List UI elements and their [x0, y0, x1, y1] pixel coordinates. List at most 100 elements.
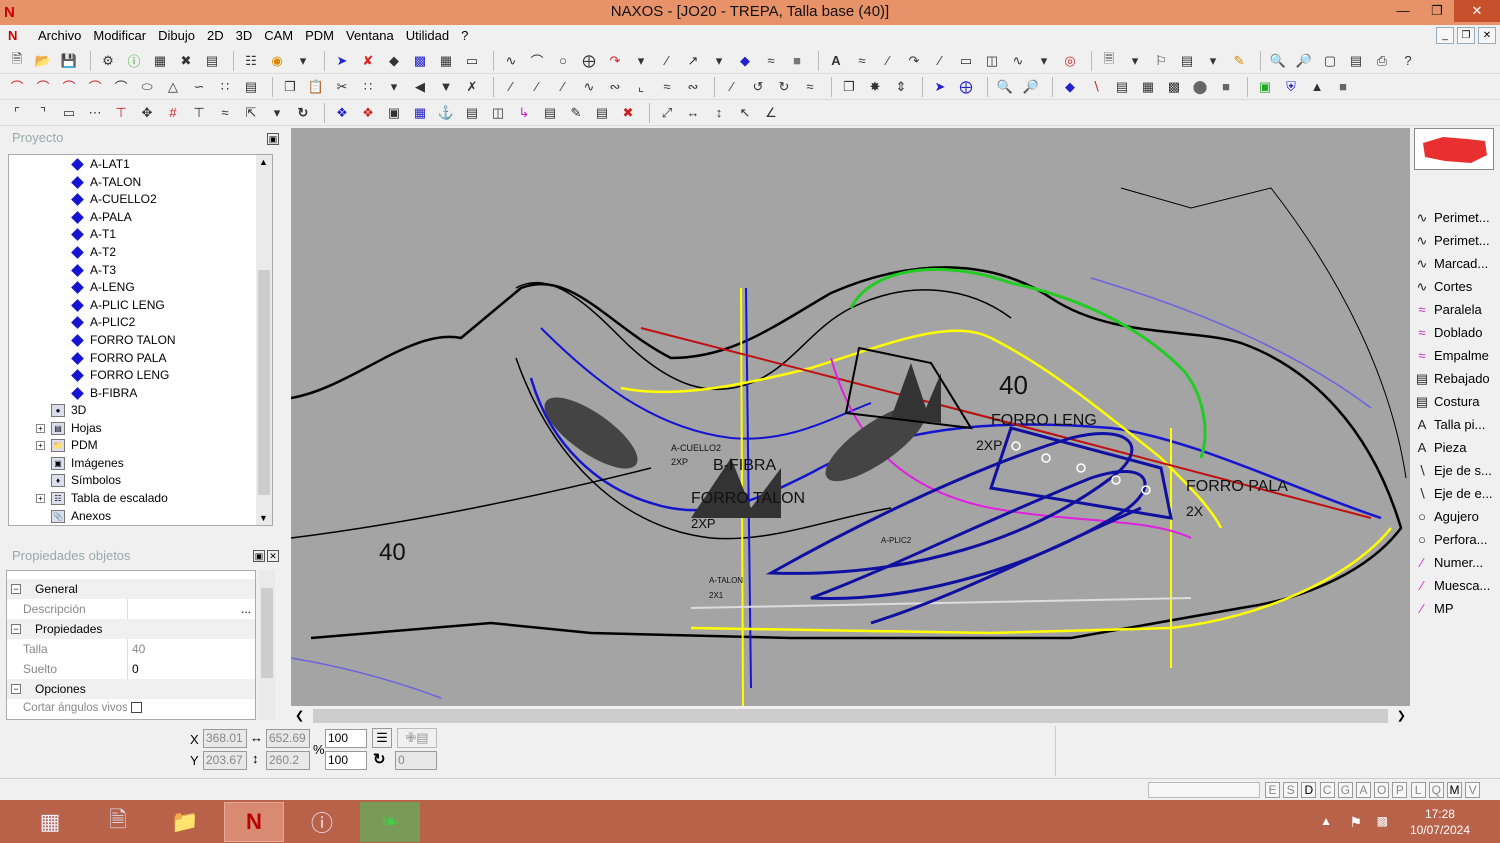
tree-item-node[interactable]: 📎 Anexos: [51, 508, 111, 525]
smooth-icon[interactable]: ∿: [578, 76, 600, 98]
status-flag[interactable]: P: [1392, 782, 1408, 798]
clock[interactable]: 17:28 10/07/2024: [1410, 806, 1470, 838]
scale-x-field[interactable]: 100: [325, 729, 367, 748]
canvas-horizontal-scrollbar[interactable]: ❮ ❯: [291, 706, 1410, 726]
settings-gear-icon[interactable]: ⚙: [97, 50, 119, 72]
tree-scroll-thumb[interactable]: [258, 270, 270, 495]
rotate-icon[interactable]: ↺: [747, 76, 769, 98]
dashed-line-icon[interactable]: ⋯: [84, 102, 106, 124]
align-icon[interactable]: ⇕: [890, 76, 912, 98]
fill-icon[interactable]: ◉: [266, 50, 288, 72]
documents-app-icon[interactable]: 🗎: [88, 802, 148, 842]
chart-icon[interactable]: ▤: [539, 102, 561, 124]
collapse-icon[interactable]: −: [11, 684, 21, 694]
group-icon[interactable]: ▣: [383, 102, 405, 124]
palette-item[interactable]: ∖ Eje de e...: [1412, 482, 1496, 505]
pocket-icon[interactable]: ▭: [58, 102, 80, 124]
shape-icon[interactable]: ■: [1215, 76, 1237, 98]
palette-item[interactable]: ▤ Rebajado: [1412, 367, 1496, 390]
dropdown-arrow-icon[interactable]: ▾: [383, 76, 405, 98]
status-flag[interactable]: V: [1465, 782, 1481, 798]
menu-3d[interactable]: 3D: [230, 26, 259, 46]
scribble-icon[interactable]: ≈: [214, 102, 236, 124]
tree-scrollbar[interactable]: ▲ ▼: [256, 155, 272, 525]
x-coordinate-field[interactable]: 368.01: [203, 729, 247, 748]
crosshair-icon[interactable]: ⨁: [578, 50, 600, 72]
menu-archivo[interactable]: Archivo: [32, 26, 87, 46]
tree-item-node[interactable]: ● 3D: [51, 402, 86, 419]
database-icon[interactable]: ▦: [409, 102, 431, 124]
drawing-canvas[interactable]: 40 40 A-CUELLO2 2XP B-FIBRA FORRO TALON …: [291, 128, 1410, 706]
suelto-field[interactable]: 0: [127, 659, 255, 679]
status-flag[interactable]: Q: [1428, 782, 1444, 798]
palette-item[interactable]: A Talla pi...: [1412, 413, 1496, 436]
cut-icon[interactable]: ✂: [331, 76, 353, 98]
align-list-icon[interactable]: ☰: [372, 728, 392, 748]
paste-icon[interactable]: 📋: [305, 76, 327, 98]
tree-item-piece[interactable]: A-CUELLO2: [71, 191, 157, 208]
status-flag[interactable]: C: [1319, 782, 1335, 798]
curve-arrow-icon[interactable]: ↷: [604, 50, 626, 72]
tree-item-piece[interactable]: FORRO LENG: [71, 367, 169, 384]
palette-item[interactable]: ∕ Numer...: [1412, 551, 1496, 574]
corner-icon[interactable]: ⌝: [32, 102, 54, 124]
zigzag-icon[interactable]: ∿: [1007, 50, 1029, 72]
red-node-icon[interactable]: ∖: [1085, 76, 1107, 98]
print-icon[interactable]: ⎙: [1371, 50, 1393, 72]
image-icon[interactable]: ▣: [1254, 76, 1276, 98]
spring-icon[interactable]: ≈: [799, 76, 821, 98]
piece-preview[interactable]: [1414, 128, 1494, 170]
expand-icon[interactable]: +: [36, 423, 45, 433]
link-blue-icon[interactable]: ❖: [331, 102, 353, 124]
tree-item-piece[interactable]: A-TALON: [71, 174, 141, 191]
palette-item[interactable]: ∿ Cortes: [1412, 275, 1496, 298]
palette-item[interactable]: ∖ Eje de s...: [1412, 459, 1496, 482]
anchor-icon[interactable]: ⚓: [435, 102, 457, 124]
frame-icon[interactable]: ▩: [409, 50, 431, 72]
status-flag[interactable]: M: [1447, 782, 1462, 798]
monitor-icon[interactable]: ▩: [1163, 76, 1185, 98]
tag-icon[interactable]: ⚐: [1150, 50, 1172, 72]
menu-help[interactable]: ?: [455, 26, 474, 46]
panel-close-icon[interactable]: ✕: [267, 550, 279, 562]
text-icon[interactable]: A: [825, 50, 847, 72]
wave-icon[interactable]: ≈: [656, 76, 678, 98]
tree-item-piece[interactable]: A-T1: [71, 226, 116, 243]
grid-icon[interactable]: ▦: [1137, 76, 1159, 98]
tree-item-piece[interactable]: A-PLIC LENG: [71, 297, 165, 314]
menu-ventana[interactable]: Ventana: [340, 26, 400, 46]
arc-red-icon[interactable]: ⌒: [58, 76, 80, 98]
tree-item-node[interactable]: 📁 PDM: [51, 437, 98, 454]
arc-icon[interactable]: ⌒: [110, 76, 132, 98]
zoom-fit-icon[interactable]: ▢: [1319, 50, 1341, 72]
spline-icon[interactable]: ∿: [500, 50, 522, 72]
menu-modificar[interactable]: Modificar: [87, 26, 152, 46]
expand-icon[interactable]: +: [36, 441, 45, 451]
ruler-icon[interactable]: ▤: [1345, 50, 1367, 72]
palette-item[interactable]: ≈ Empalme: [1412, 344, 1496, 367]
palette-item[interactable]: ▤ Costura: [1412, 390, 1496, 413]
document-icon[interactable]: N: [8, 28, 24, 44]
status-flag[interactable]: G: [1337, 782, 1353, 798]
hatch-icon[interactable]: ▤: [240, 76, 262, 98]
export-icon[interactable]: 🗏: [1098, 50, 1120, 72]
rotation-field[interactable]: 0: [395, 751, 437, 770]
stack-icon[interactable]: ☷: [240, 50, 262, 72]
unlink-icon[interactable]: ❖: [357, 102, 379, 124]
dropdown-arrow-icon[interactable]: ▾: [1033, 50, 1055, 72]
collapse-icon[interactable]: −: [11, 584, 21, 594]
hook-icon[interactable]: ↷: [903, 50, 925, 72]
join-icon[interactable]: ∾: [604, 76, 626, 98]
dots-icon[interactable]: ∷: [214, 76, 236, 98]
scale-y-field[interactable]: 100: [325, 751, 367, 770]
status-flag[interactable]: E: [1265, 782, 1280, 798]
arc-red-icon[interactable]: ⌒: [6, 76, 28, 98]
duplicate-icon[interactable]: ❐: [838, 76, 860, 98]
measure-horizontal-icon[interactable]: ↔: [682, 102, 704, 124]
maximize-button[interactable]: ❐: [1420, 0, 1454, 22]
help-icon[interactable]: ?: [1397, 50, 1419, 72]
expand-icon[interactable]: +: [36, 494, 45, 503]
zoom-window-icon[interactable]: 🔍: [1267, 50, 1289, 72]
pencil-icon[interactable]: ✎: [1228, 50, 1250, 72]
copy-icon[interactable]: ❐: [279, 76, 301, 98]
